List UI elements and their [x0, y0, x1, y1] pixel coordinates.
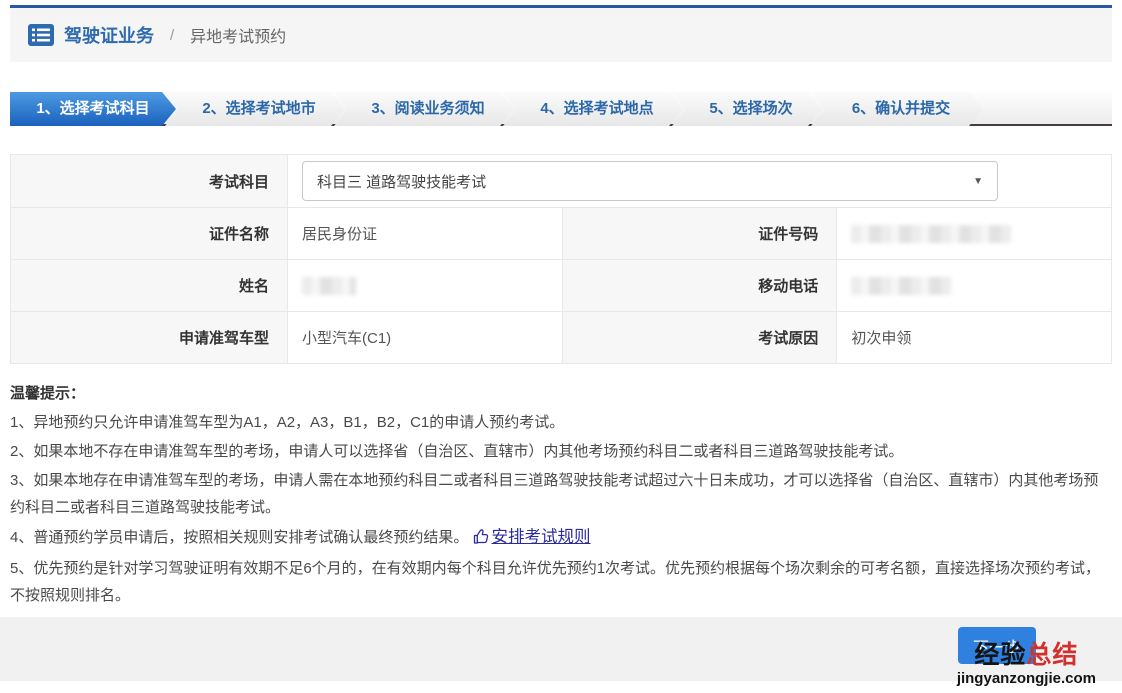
chevron-down-icon: ▼: [973, 176, 983, 187]
cert-name-label: 证件名称: [11, 208, 288, 260]
tips-section: 温馨提示： 1、异地预约只允许申请准驾车型为A1，A2，A3，B1，B2，C1的…: [10, 380, 1110, 609]
step-wizard: 1、选择考试科目 2、选择考试地市 3、阅读业务须知 4、选择考试地点 5、选择…: [10, 92, 1112, 126]
footer-bar: 下一步: [0, 617, 1122, 681]
exam-rules-link[interactable]: 安排考试规则: [473, 523, 591, 553]
tip-item-4: 4、普通预约学员申请后，按照相关规则安排考试确认最终预约结果。 安排考试规则: [10, 523, 1110, 553]
exam-subject-cell: 科目三 道路驾驶技能考试 ▼: [288, 155, 1112, 208]
table-row: 考试科目 科目三 道路驾驶技能考试 ▼: [11, 155, 1112, 208]
breadcrumb: 驾驶证业务 / 异地考试预约: [10, 8, 1112, 62]
tip-item-5: 5、优先预约是针对学习驾驶证明有效期不足6个月的，在有效期内每个科目允许优先预约…: [10, 555, 1110, 609]
breadcrumb-separator: /: [170, 27, 174, 44]
cert-number-label: 证件号码: [562, 208, 837, 260]
tip-item-3: 3、如果本地存在申请准驾车型的考场，申请人需在本地预约科目二或者科目三道路驾驶技…: [10, 467, 1110, 521]
name-value-redacted: [288, 260, 563, 312]
breadcrumb-section[interactable]: 驾驶证业务: [64, 22, 154, 48]
exam-subject-selected-value: 科目三 道路驾驶技能考试: [317, 171, 486, 192]
exam-rules-link-label: 安排考试规则: [492, 523, 591, 553]
table-row: 申请准驾车型 小型汽车(C1) 考试原因 初次申领: [11, 312, 1112, 364]
table-row: 姓名 移动电话: [11, 260, 1112, 312]
phone-value-redacted: [837, 260, 1112, 312]
step-2-select-exam-city[interactable]: 2、选择考试地市: [165, 92, 345, 126]
exam-reason-label: 考试原因: [562, 312, 837, 364]
step-3-read-business-notice[interactable]: 3、阅读业务须知: [334, 92, 514, 126]
table-row: 证件名称 居民身份证 证件号码: [11, 208, 1112, 260]
exam-reason-value: 初次申领: [837, 312, 1112, 364]
vehicle-type-label: 申请准驾车型: [11, 312, 288, 364]
watermark-title-black: 经验: [974, 641, 1026, 669]
watermark: 经验总结 jingyanzongjie.com: [957, 642, 1096, 688]
applicant-info-table: 考试科目 科目三 道路驾驶技能考试 ▼ 证件名称 居民身份证 证件号码 姓名 移…: [10, 154, 1112, 364]
step-4-select-exam-site[interactable]: 4、选择考试地点: [503, 92, 683, 126]
cert-name-value: 居民身份证: [288, 208, 563, 260]
vehicle-type-value: 小型汽车(C1): [288, 312, 563, 364]
tips-title: 温馨提示：: [10, 380, 1110, 407]
tip-item-1: 1、异地预约只允许申请准驾车型为A1，A2，A3，B1，B2，C1的申请人预约考…: [10, 409, 1110, 436]
step-1-select-exam-subject[interactable]: 1、选择考试科目: [10, 92, 176, 126]
phone-label: 移动电话: [562, 260, 837, 312]
exam-subject-label: 考试科目: [11, 155, 288, 208]
watermark-title: 经验总结: [957, 642, 1096, 670]
cert-number-value-redacted: [837, 208, 1112, 260]
step-5-select-session[interactable]: 5、选择场次: [672, 92, 822, 126]
name-label: 姓名: [11, 260, 288, 312]
breadcrumb-current: 异地考试预约: [190, 23, 286, 47]
exam-subject-select[interactable]: 科目三 道路驾驶技能考试 ▼: [302, 161, 998, 201]
tip-item-2: 2、如果本地不存在申请准驾车型的考场，申请人可以选择省（自治区、直辖市）内其他考…: [10, 438, 1110, 465]
tip-item-4-text: 4、普通预约学员申请后，按照相关规则安排考试确认最终预约结果。: [10, 529, 468, 546]
step-wizard-filler: [983, 92, 1112, 124]
watermark-domain: jingyanzongjie.com: [957, 670, 1096, 687]
page: 驾驶证业务 / 异地考试预约 1、选择考试科目 2、选择考试地市 3、阅读业务须…: [0, 5, 1122, 693]
thumbs-up-icon: [473, 528, 490, 545]
list-icon: [28, 24, 54, 46]
watermark-title-red: 总结: [1026, 641, 1078, 669]
step-6-confirm-submit[interactable]: 6、确认并提交: [811, 92, 983, 126]
